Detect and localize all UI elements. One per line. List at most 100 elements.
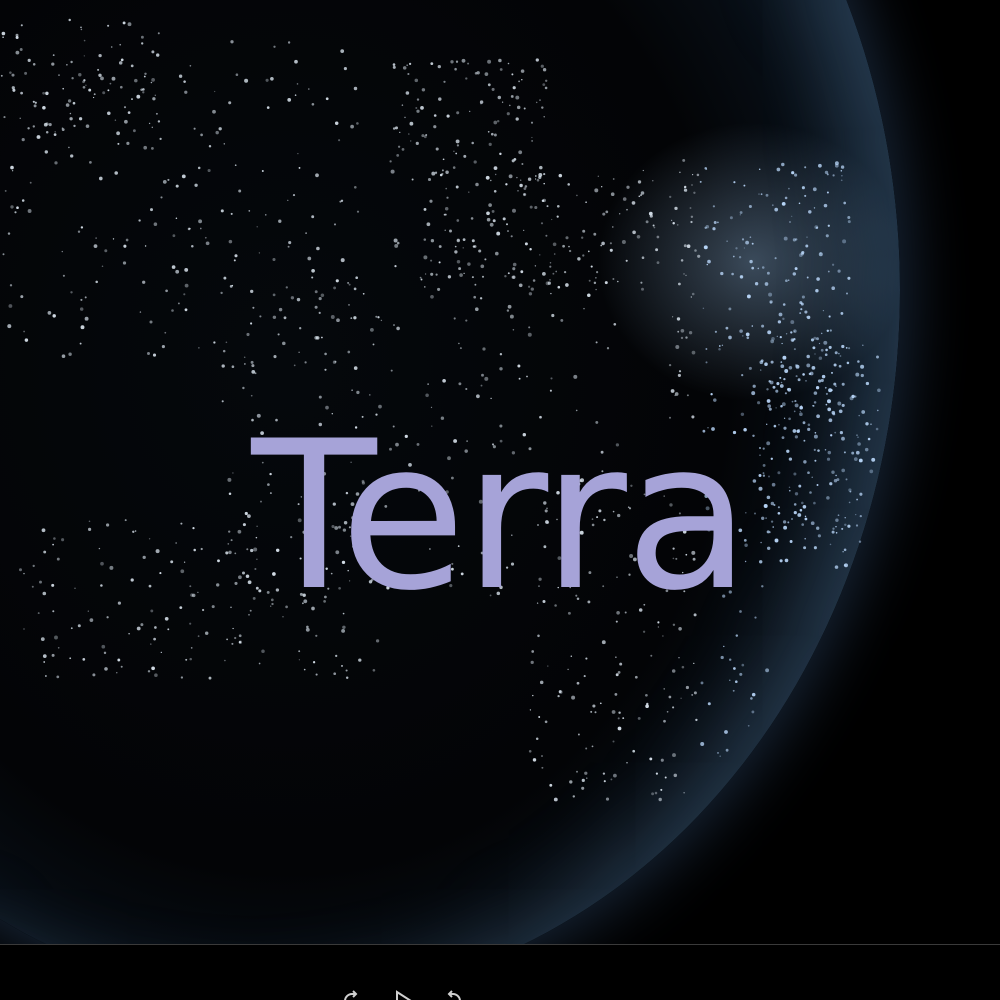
city-light-dot [512,267,516,271]
city-light-dot [728,658,732,661]
city-light-dot [404,116,406,119]
city-light-dot [420,106,424,110]
city-light-dot [825,234,829,238]
city-light-dot [285,286,288,289]
city-light-dot [224,659,226,662]
city-light-dot [528,750,532,753]
city-light-dot [444,207,449,211]
city-light-dot [118,61,123,65]
city-light-dot [676,224,679,226]
city-light-dot [806,276,809,279]
city-light-dot [438,97,442,101]
city-light-dot [122,21,126,25]
city-light-dot [490,179,492,182]
city-light-dot [813,401,817,404]
city-light-dot [102,91,106,95]
rewind-button[interactable] [339,988,365,1000]
city-light-dot [510,94,514,99]
city-light-dot [660,788,663,791]
city-light-dot [396,154,400,157]
city-light-dot [782,303,786,306]
city-light-dot [677,330,680,333]
city-light-dot [320,293,325,298]
city-light-dot [582,229,586,233]
city-light-dot [68,146,70,149]
city-light-dot [832,174,835,177]
city-light-dot [581,786,585,790]
city-light-dot [430,294,434,299]
city-light-dot [184,308,188,312]
city-light-dot [183,80,186,83]
city-light-dot [333,286,337,290]
city-light-dot [427,177,432,182]
city-light-dot [824,386,827,389]
city-light-dot [438,261,441,264]
city-light-dot [534,178,537,180]
city-light-dot [468,191,470,193]
city-light-dot [712,227,716,231]
city-light-dot [799,301,803,305]
city-light-dot [70,291,73,294]
city-light-dot [250,394,253,397]
city-light-dot [149,320,153,324]
city-light-dot [472,245,476,248]
city-light-dot [9,71,12,74]
play-button[interactable] [390,988,416,1000]
city-light-dot [527,285,531,288]
city-light-dot [663,719,666,723]
city-light-dot [672,221,675,225]
city-light-dot [720,655,724,660]
city-light-dot [801,186,805,190]
city-light-dot [480,102,482,105]
city-light-dot [356,122,359,125]
city-light-dot [631,201,636,205]
city-light-dot [780,381,783,384]
forward-button[interactable] [440,988,466,1000]
city-light-dot [120,665,123,668]
city-light-dot [140,35,144,39]
city-light-dot [151,126,154,129]
city-light-dot [783,377,786,381]
city-light-dot [167,628,170,631]
city-light-dot [540,64,544,68]
city-light-dot [221,400,224,403]
city-light-dot [494,251,499,256]
city-light-dot [100,76,104,81]
city-light-dot [405,91,410,95]
city-light-dot [421,88,426,92]
city-light-dot [415,141,419,145]
video-player[interactable]: Terra [0,0,1000,1000]
city-light-dot [446,196,449,199]
video-frame[interactable]: Terra [0,0,1000,1000]
city-light-dot [453,317,456,320]
city-light-dot [354,186,357,189]
city-light-dot [761,324,765,328]
city-light-dot [749,259,753,264]
city-light-dot [198,347,200,349]
city-light-dot [314,305,318,309]
city-light-dot [801,295,805,299]
city-light-dot [353,366,358,370]
city-light-dot [189,622,192,625]
city-light-dot [481,373,484,377]
city-light-dot [712,205,716,208]
city-light-dot [739,275,744,279]
city-light-dot [581,778,585,783]
city-light-dot [614,692,618,696]
city-light-dot [250,289,254,294]
city-light-dot [619,662,623,666]
city-light-dot [506,112,510,116]
city-light-dot [581,236,584,239]
city-light-dot [625,259,628,262]
city-light-dot [165,289,168,293]
city-light-dot [151,50,155,54]
city-light-dot [445,170,449,174]
city-light-dot [369,327,374,332]
city-light-dot [827,270,830,273]
city-light-dot [595,341,598,344]
city-light-dot [530,660,534,665]
city-light-dot [693,691,697,695]
city-light-dot [840,170,843,172]
city-light-dot [816,277,820,281]
city-light-dot [353,86,358,91]
